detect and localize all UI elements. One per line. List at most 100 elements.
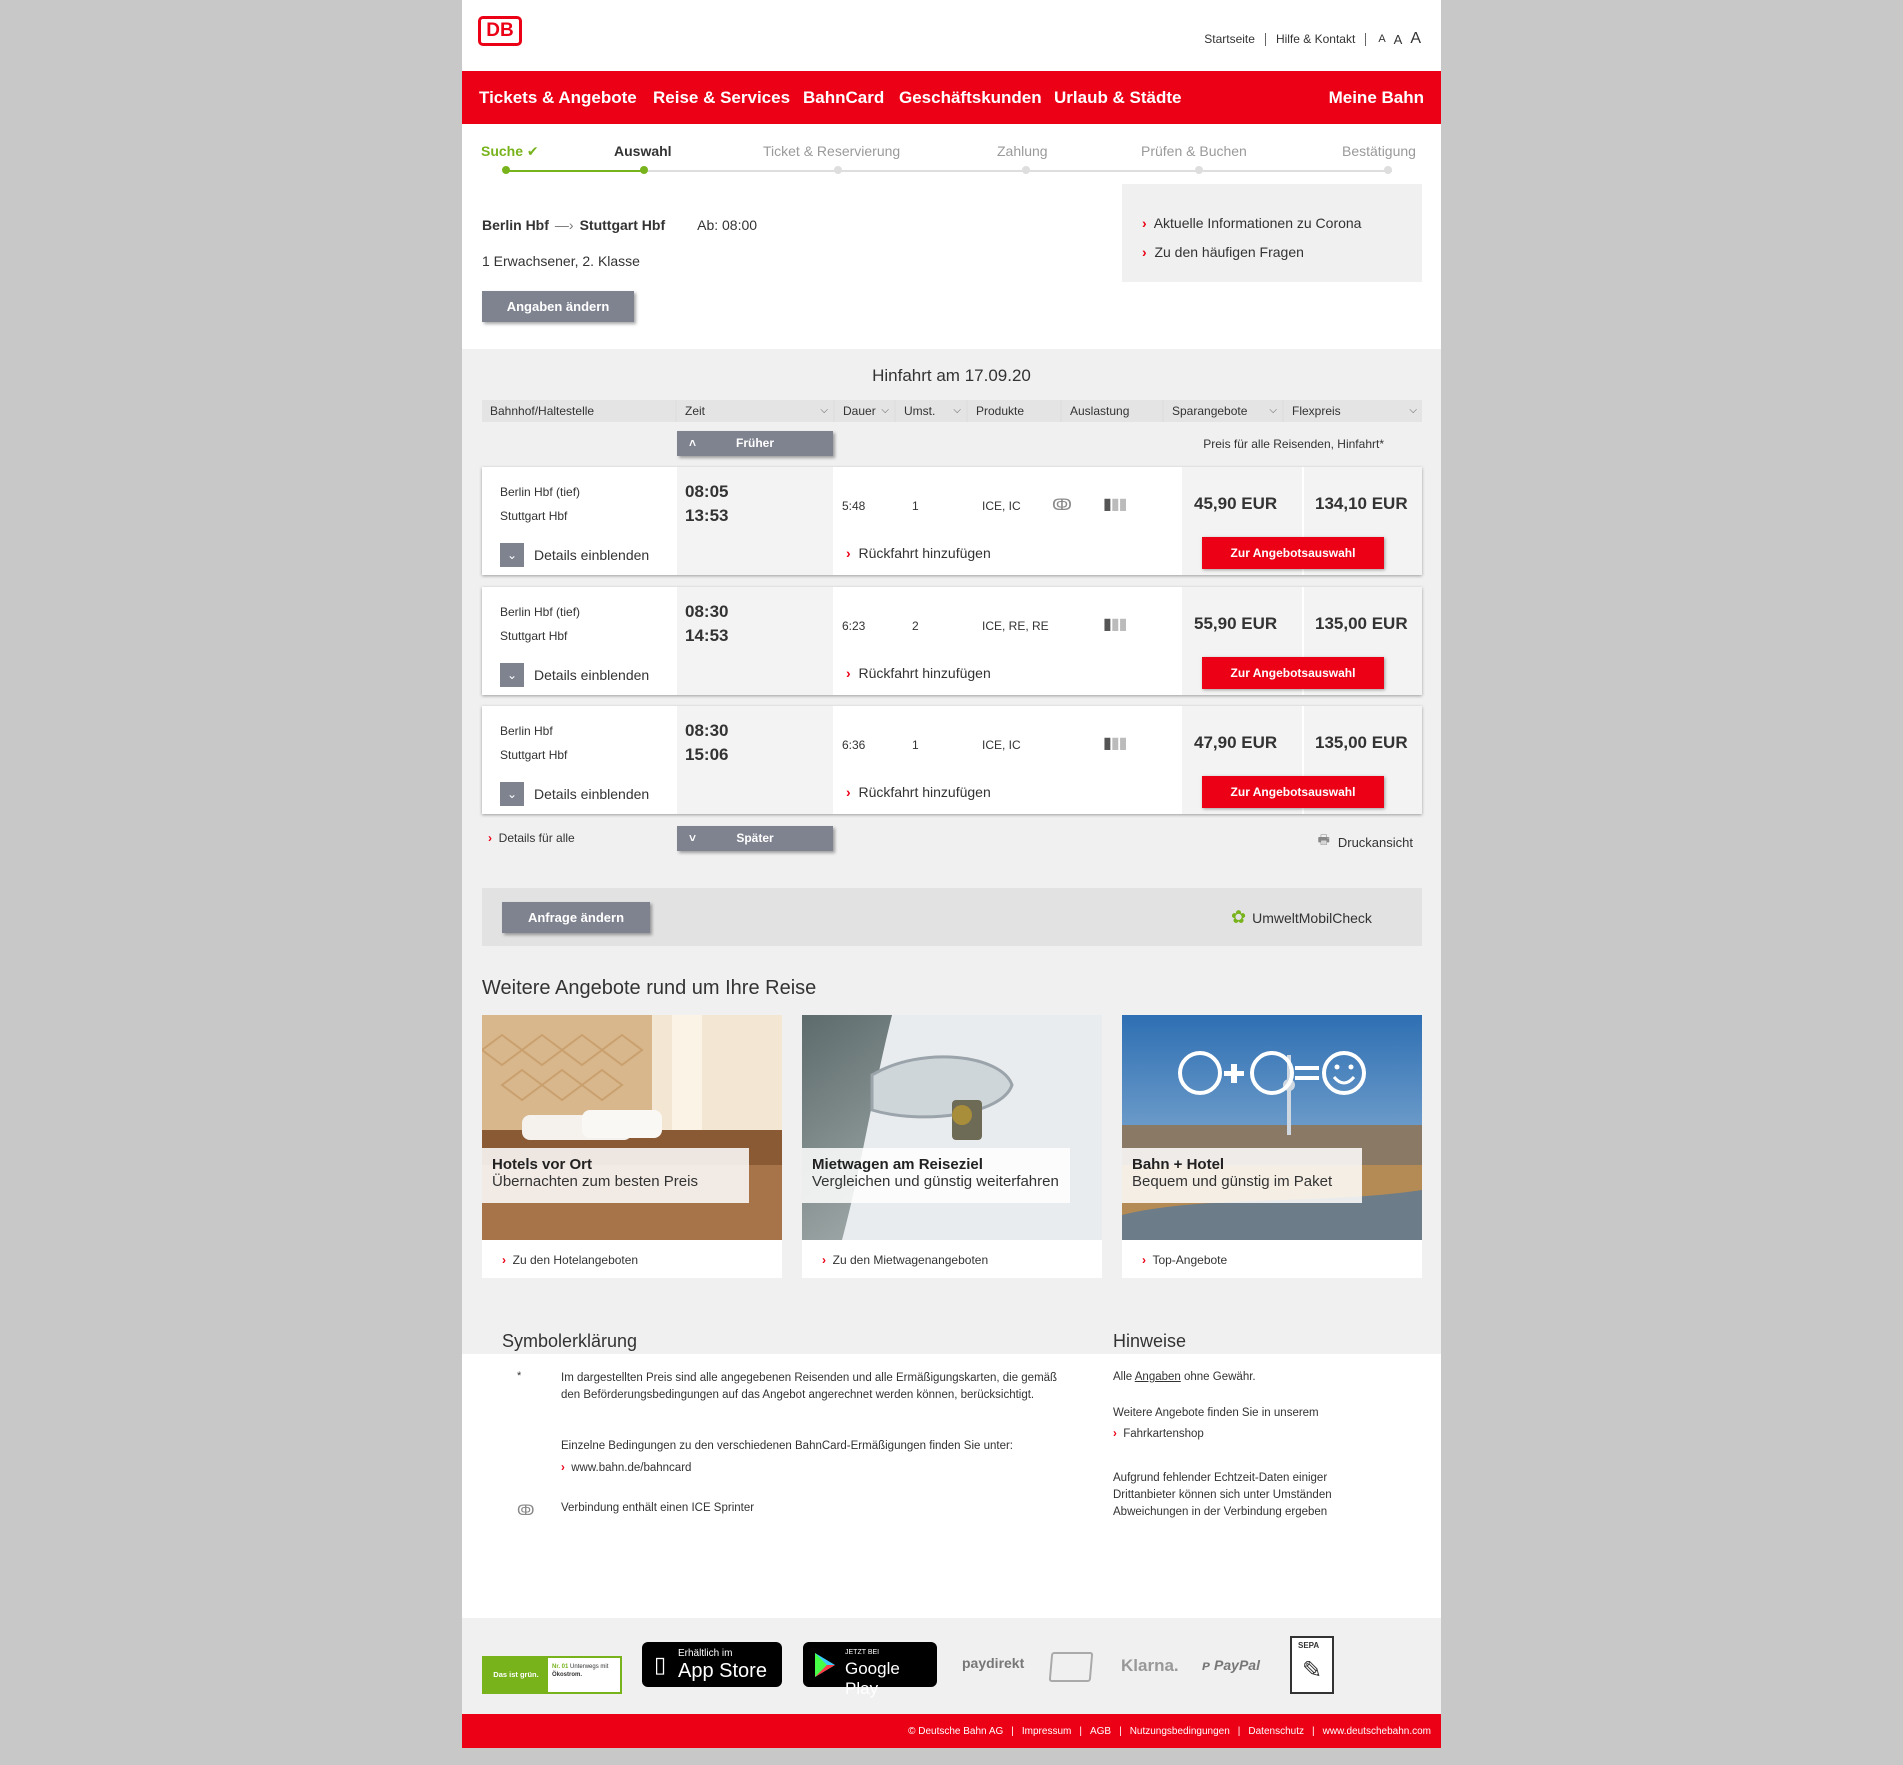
- col-time[interactable]: Zeit ⌵: [677, 400, 833, 422]
- copyright: © Deutsche Bahn AG: [908, 1726, 1004, 1737]
- app-store-badge[interactable]: ▯ Erhältlich im App Store: [642, 1642, 782, 1687]
- chevron-down-icon: ⌄: [500, 543, 524, 567]
- google-play-badge[interactable]: JETZT BEI Google Play: [803, 1642, 937, 1698]
- spar-price[interactable]: 45,90 EUR: [1194, 494, 1277, 514]
- offer-selection-button[interactable]: Zur Angebotsauswahl: [1202, 537, 1384, 569]
- link-label: Fahrkartenshop: [1123, 1428, 1204, 1440]
- chevron-right-icon: ›: [1142, 215, 1147, 231]
- db-logo[interactable]: DB: [478, 16, 522, 46]
- flex-price[interactable]: 135,00 EUR: [1315, 614, 1408, 634]
- hints-line-3: Aufgrund fehlender Echtzeit-Daten einige…: [1113, 1472, 1332, 1518]
- products: ICE, IC: [982, 499, 1021, 513]
- spar-price[interactable]: 47,90 EUR: [1194, 733, 1277, 753]
- arrival-time: 14:53: [685, 626, 729, 645]
- nav-geschaeftskunden[interactable]: Geschäftskunden: [899, 88, 1042, 108]
- nav-reise-services[interactable]: Reise & Services: [653, 88, 790, 108]
- faq-link[interactable]: › Zu den häufigen Fragen: [1142, 244, 1304, 260]
- umwelt-mobil-check-link[interactable]: ✿ UmweltMobilCheck: [1231, 907, 1372, 928]
- fahrkartenshop-link[interactable]: › Fahrkartenshop: [1113, 1428, 1204, 1440]
- to-station: Stuttgart Hbf: [500, 629, 568, 643]
- hotel-image: [482, 1015, 782, 1240]
- add-return-link[interactable]: › Rückfahrt hinzufügen: [846, 665, 991, 681]
- connection-card[interactable]: Berlin Hbf (tief) Stuttgart Hbf 08:05 13…: [482, 467, 1422, 575]
- rental-car-offers-link[interactable]: › Zu den Mietwagenangeboten: [822, 1253, 988, 1267]
- nutzungsbedingungen-link[interactable]: Nutzungsbedingungen: [1130, 1726, 1230, 1737]
- connection-card[interactable]: Berlin Hbf (tief) Stuttgart Hbf 08:30 14…: [482, 587, 1422, 695]
- footer-logos: Das ist grün. Nr. 01 Unterwegs mit Ökostr…: [462, 1618, 1441, 1714]
- chevron-right-icon: ›: [1113, 1428, 1117, 1440]
- col-changes[interactable]: Umst. ⌵: [896, 400, 966, 422]
- flex-price[interactable]: 135,00 EUR: [1315, 733, 1408, 753]
- link-label: Zu den häufigen Fragen: [1154, 244, 1304, 260]
- flex-price[interactable]: 134,10 EUR: [1315, 494, 1408, 514]
- font-size-large-button[interactable]: A: [1410, 30, 1421, 48]
- top-offers-link[interactable]: › Top-Angebote: [1142, 1253, 1227, 1267]
- offer-subheading: Bequem und günstig im Paket: [1132, 1173, 1333, 1190]
- change-request-button[interactable]: Anfrage ändern: [502, 902, 650, 933]
- add-return-link[interactable]: › Rückfahrt hinzufügen: [846, 545, 991, 561]
- divider: [1264, 32, 1266, 46]
- print-view-link[interactable]: 🖶 Druckansicht: [1318, 831, 1413, 853]
- add-return-link[interactable]: › Rückfahrt hinzufügen: [846, 784, 991, 800]
- nav-tickets-angebote[interactable]: Tickets & Angebote: [479, 88, 637, 108]
- impressum-link[interactable]: Impressum: [1022, 1726, 1071, 1737]
- chevron-down-icon: ⌵: [1409, 405, 1417, 416]
- step-dot: [834, 166, 842, 174]
- bahncard-link[interactable]: › www.bahn.de/bahncard: [561, 1462, 691, 1474]
- col-spar[interactable]: Sparangebote ⌵: [1164, 400, 1282, 422]
- link-startseite[interactable]: Startseite: [1204, 32, 1255, 46]
- rental-car-image: [802, 1015, 1102, 1240]
- details-toggle[interactable]: ⌄ Details einblenden: [500, 543, 649, 567]
- corona-link[interactable]: › Aktuelle Informationen zu Corona: [1142, 215, 1361, 231]
- deutschebahn-link[interactable]: www.deutschebahn.com: [1323, 1726, 1431, 1737]
- chevron-right-icon: ›: [561, 1462, 565, 1474]
- offer-card-hotels[interactable]: Hotels vor Ort Übernachten zum besten Pr…: [482, 1015, 782, 1278]
- paypal-icon: ᴘ: [1202, 1657, 1211, 1673]
- details-toggle[interactable]: ⌄ Details einblenden: [500, 782, 649, 806]
- angaben-link[interactable]: Angaben: [1135, 1371, 1181, 1383]
- font-size-medium-button[interactable]: A: [1394, 32, 1403, 47]
- offer-caption: Mietwagen am Reiseziel Vergleichen und g…: [802, 1148, 1070, 1203]
- duration: 5:48: [842, 499, 866, 513]
- col-occupancy: Auslastung: [1062, 400, 1162, 422]
- font-size-small-button[interactable]: A: [1378, 33, 1385, 45]
- col-products: Produkte: [968, 400, 1060, 422]
- connection-card[interactable]: Berlin Hbf Stuttgart Hbf 08:30 15:06 6:3…: [482, 706, 1422, 814]
- angaben-aendern-button[interactable]: Angaben ändern: [482, 291, 634, 322]
- chevron-down-icon: ˅: [689, 831, 697, 845]
- badge-detail: Nr. 01 Unterwegs mit Ökostrom.: [552, 1663, 608, 1679]
- details-for-all-link[interactable]: › Details für alle: [488, 831, 575, 845]
- request-bar: Anfrage ändern ✿ UmweltMobilCheck: [482, 888, 1422, 946]
- chevron-down-icon: ⌄: [500, 782, 524, 806]
- details-label: Details einblenden: [534, 786, 650, 802]
- hotel-offers-link[interactable]: › Zu den Hotelangeboten: [502, 1253, 638, 1267]
- products: ICE, RE, RE: [982, 619, 1049, 633]
- offer-caption: Hotels vor Ort Übernachten zum besten Pr…: [482, 1148, 749, 1203]
- nav-bahncard[interactable]: BahnCard: [803, 88, 884, 108]
- nav-meine-bahn[interactable]: Meine Bahn: [1329, 88, 1424, 108]
- col-flex[interactable]: Flexpreis ⌵: [1284, 400, 1422, 422]
- offer-selection-button[interactable]: Zur Angebotsauswahl: [1202, 776, 1384, 808]
- chevron-right-icon: ›: [1142, 1253, 1146, 1267]
- nav-urlaub-staedte[interactable]: Urlaub & Städte: [1054, 88, 1182, 108]
- agb-link[interactable]: AGB: [1090, 1726, 1111, 1737]
- link-label: Zu den Mietwagenangeboten: [832, 1253, 989, 1267]
- offer-card-bahn-hotel[interactable]: Bahn + Hotel Bequem und günstig im Paket…: [1122, 1015, 1422, 1278]
- datenschutz-link[interactable]: Datenschutz: [1248, 1726, 1304, 1737]
- spar-price[interactable]: 55,90 EUR: [1194, 614, 1277, 634]
- info-box: › Aktuelle Informationen zu Corona › Zu …: [1122, 184, 1422, 282]
- later-button[interactable]: ˅ Später: [677, 826, 833, 851]
- printer-icon: 🖶: [1317, 832, 1330, 847]
- badge-text: Unterwegs mit: [570, 1664, 609, 1670]
- duration: 6:36: [842, 738, 866, 752]
- offer-card-mietwagen[interactable]: Mietwagen am Reiseziel Vergleichen und g…: [802, 1015, 1102, 1278]
- col-duration[interactable]: Dauer ⌵: [835, 400, 894, 422]
- offer-selection-button[interactable]: Zur Angebotsauswahl: [1202, 657, 1384, 689]
- step-suche[interactable]: Suche ✔: [481, 143, 539, 160]
- details-label: Details einblenden: [534, 667, 650, 683]
- flower-icon: ✿: [1231, 907, 1247, 927]
- to-station: Stuttgart Hbf: [500, 748, 568, 762]
- details-toggle[interactable]: ⌄ Details einblenden: [500, 663, 649, 687]
- link-hilfe-kontakt[interactable]: Hilfe & Kontakt: [1276, 32, 1355, 46]
- earlier-button[interactable]: ˄ Früher: [677, 431, 833, 456]
